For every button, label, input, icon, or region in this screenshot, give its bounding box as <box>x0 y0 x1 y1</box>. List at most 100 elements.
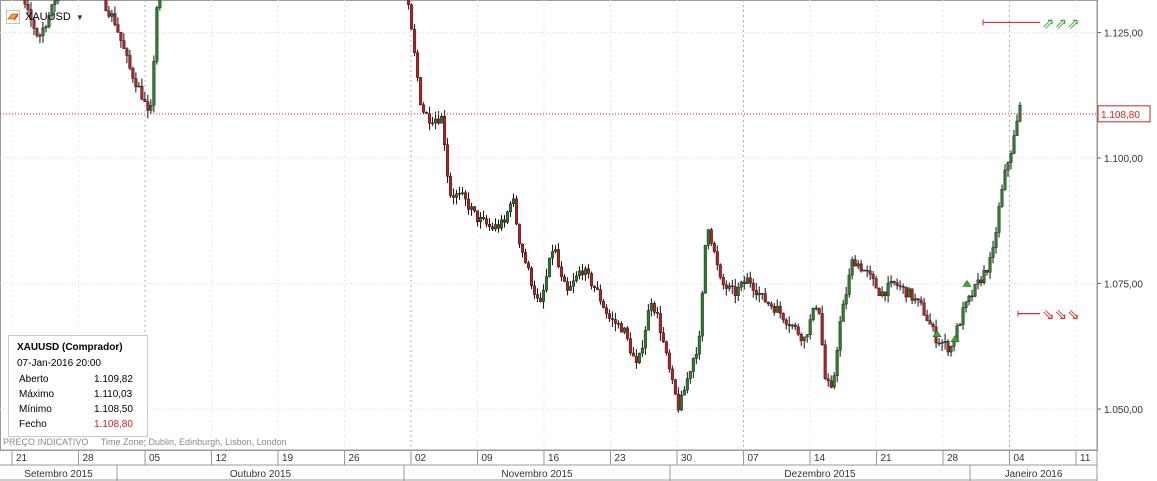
candle-body <box>877 287 881 296</box>
candle-body <box>1003 169 1007 190</box>
candle-body <box>1009 153 1013 163</box>
candle-body <box>550 251 554 259</box>
current-price-label: 1.108,80 <box>1101 110 1140 121</box>
candle-body <box>616 323 620 325</box>
candle-body <box>661 332 665 342</box>
candle-body <box>1018 105 1022 122</box>
candle-body <box>488 224 492 227</box>
candle-body <box>817 307 821 314</box>
candle-body <box>838 321 842 351</box>
candle-body <box>517 223 521 245</box>
candle-body <box>763 293 767 303</box>
candle-body <box>850 259 854 276</box>
candle-body <box>679 394 683 411</box>
candle-body <box>916 298 920 301</box>
month-label: Novembro 2015 <box>501 469 573 480</box>
candlestick-chart[interactable]: 1.050,001.075,001.100,001.125,001.150,00… <box>0 0 1157 481</box>
x-tick-label: 21 <box>16 453 28 464</box>
candle-body <box>979 279 983 283</box>
candle-body <box>865 269 869 272</box>
info-label: Fecho <box>19 419 47 430</box>
candle-body <box>452 195 456 198</box>
candle-body <box>529 267 533 286</box>
candle-body <box>601 301 605 308</box>
candle-body <box>544 276 548 291</box>
candle-body <box>853 259 857 267</box>
candle-body <box>643 330 647 349</box>
x-tick-label: 30 <box>681 453 693 464</box>
candle-body <box>116 24 120 33</box>
candle-body <box>913 298 917 301</box>
candle-body <box>467 198 471 210</box>
candle-body <box>814 307 818 310</box>
candle-body <box>458 193 462 195</box>
candle-body <box>470 206 474 210</box>
candle-body <box>907 288 911 298</box>
candle-body <box>949 346 953 353</box>
candle-body <box>506 211 510 223</box>
candle-body <box>703 245 707 294</box>
x-tick-label: 16 <box>548 453 560 464</box>
candle-body <box>140 85 144 100</box>
candle-body <box>637 352 641 363</box>
candle-body <box>745 277 749 285</box>
candle-body <box>820 313 824 345</box>
candle-body <box>886 282 890 297</box>
candle-body <box>919 299 923 304</box>
candle-body <box>535 294 539 299</box>
candle-body <box>946 341 950 353</box>
candle-body <box>652 303 656 313</box>
candle-body <box>688 371 692 379</box>
candle-body <box>571 280 575 287</box>
candle-body <box>790 324 794 327</box>
candle-body <box>997 206 1001 233</box>
month-label: Setembro 2015 <box>24 469 93 480</box>
candle-body <box>802 336 806 342</box>
candle-body <box>724 284 728 289</box>
candle-body <box>1012 135 1016 154</box>
candle-body <box>823 344 827 379</box>
candle-body <box>880 291 884 296</box>
candle-body <box>655 312 659 314</box>
candle-body <box>685 378 689 391</box>
candle-body <box>715 251 719 266</box>
candle-body <box>901 286 905 288</box>
candle-body <box>35 28 39 36</box>
candle-body <box>503 219 507 223</box>
ohlc-info-box: XAUUSD (Comprador) 07-Jan-2016 20:00 Abe… <box>8 335 148 437</box>
candle-body <box>146 101 150 111</box>
candle-body <box>494 224 498 230</box>
candle-body <box>658 313 662 334</box>
candle-body <box>604 307 608 314</box>
candle-body <box>128 55 132 69</box>
candle-body <box>694 354 698 359</box>
candle-body <box>760 293 764 295</box>
candle-body <box>742 281 746 285</box>
candle-body <box>113 13 117 25</box>
candle-body <box>574 275 578 282</box>
candle-body <box>928 320 932 325</box>
candle-body <box>835 350 839 376</box>
candle-body <box>970 295 974 298</box>
chevron-down-icon[interactable]: ▼ <box>76 13 84 22</box>
candle-body <box>491 226 495 230</box>
candle-body <box>419 77 423 106</box>
candle-body <box>871 273 875 279</box>
info-title: XAUUSD (Comprador) <box>17 342 123 353</box>
candle-body <box>973 284 977 297</box>
candle-body <box>431 122 435 125</box>
candle-body <box>772 306 776 313</box>
candle-body <box>1006 162 1010 171</box>
candle-body <box>1015 120 1019 137</box>
candle-body <box>766 301 770 304</box>
candle-body <box>841 303 845 322</box>
candle-body <box>509 203 513 213</box>
candle-body <box>613 319 617 324</box>
candle-body <box>592 285 596 288</box>
candle-body <box>775 305 779 313</box>
symbol-selector[interactable]: XAUUSD ▼ <box>6 8 84 26</box>
candle-body <box>982 270 986 283</box>
candle-body <box>532 285 536 295</box>
candle-body <box>497 224 501 229</box>
x-tick-label: 14 <box>814 453 826 464</box>
